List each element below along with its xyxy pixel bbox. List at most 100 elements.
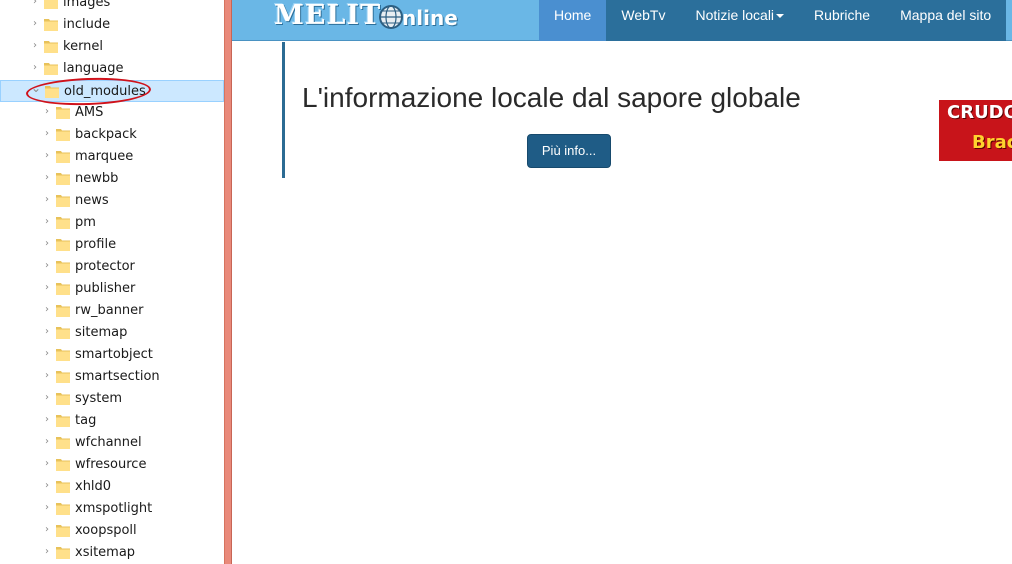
chevron-right-icon[interactable]: › (42, 479, 52, 493)
tree-item-profile[interactable]: › profile (0, 234, 224, 256)
chevron-right-icon[interactable]: › (42, 435, 52, 449)
chevron-right-icon[interactable]: › (42, 149, 52, 163)
tree-item-label: system (75, 391, 122, 406)
chevron-right-icon[interactable]: › (42, 325, 52, 339)
tree-item-wfresource[interactable]: › wfresource (0, 454, 224, 476)
tree-item-sitemap[interactable]: › sitemap (0, 322, 224, 344)
chevron-right-icon[interactable]: › (42, 193, 52, 207)
tree-item-protector[interactable]: › protector (0, 256, 224, 278)
nav-label: Rubriche (814, 7, 871, 23)
chevron-down-icon[interactable]: ⌄ (31, 81, 41, 95)
tree-item-label: language (63, 61, 124, 76)
tree-item-xsitemap[interactable]: › xsitemap (0, 542, 224, 564)
tree-item-label: rw_banner (75, 303, 144, 318)
nav-rubriche[interactable]: Rubriche (799, 0, 886, 41)
folder-icon (56, 525, 70, 537)
tree-item-label: smartobject (75, 347, 153, 362)
tree-item-marquee[interactable]: › marquee (0, 146, 224, 168)
folder-icon (56, 481, 70, 493)
tree-item-kernel[interactable]: › kernel (0, 36, 224, 58)
chevron-right-icon[interactable]: › (42, 545, 52, 559)
banner-line-2: Brace (972, 132, 1012, 153)
chevron-right-icon[interactable]: › (42, 413, 52, 427)
tree-item-label: xsitemap (75, 545, 136, 560)
chevron-right-icon[interactable]: › (42, 171, 52, 185)
nav-mappa-del-sito[interactable]: Mappa del sito (885, 0, 1007, 41)
tree-item-label: kernel (63, 39, 104, 54)
nav-notizie-locali[interactable]: Notizie locali (680, 0, 800, 41)
tree-item-label: backpack (75, 127, 137, 142)
folder-icon (56, 173, 70, 185)
tree-item-label: wfresource (75, 457, 147, 472)
tree-item-tag[interactable]: › tag (0, 410, 224, 432)
globe-icon (379, 5, 403, 29)
chevron-right-icon[interactable]: › (42, 215, 52, 229)
pane-divider[interactable] (224, 0, 232, 564)
nav-label: Mappa del sito (900, 7, 992, 23)
tree-item-label: tag (75, 413, 97, 428)
chevron-right-icon[interactable]: › (30, 39, 40, 53)
folder-icon (56, 217, 70, 229)
tree-item-include[interactable]: › include (0, 14, 224, 36)
tree-item-label: old_modules (64, 84, 146, 99)
tree-item-language[interactable]: › language (0, 58, 224, 80)
chevron-right-icon[interactable]: › (30, 17, 40, 31)
tree-item-label: include (63, 17, 111, 32)
chevron-right-icon[interactable]: › (42, 347, 52, 361)
caret-down-icon (776, 14, 785, 18)
chevron-right-icon[interactable]: › (42, 391, 52, 405)
tree-item-smartsection[interactable]: › smartsection (0, 366, 224, 388)
tree-item-news[interactable]: › news (0, 190, 224, 212)
website-view: MELIT nline Home WebTv Notizie locali Rubri… (232, 0, 1012, 564)
tree-item-rw-banner[interactable]: › rw_banner (0, 300, 224, 322)
folder-icon (56, 283, 70, 295)
tree-item-newbb[interactable]: › newbb (0, 168, 224, 190)
folder-icon (56, 393, 70, 405)
chevron-right-icon[interactable]: › (42, 523, 52, 537)
tree-item-ams[interactable]: › AMS (0, 102, 224, 124)
folder-icon (56, 107, 70, 119)
tree-item-label: newbb (75, 171, 119, 186)
folder-icon (56, 327, 70, 339)
folder-icon (56, 129, 70, 141)
folder-icon (56, 371, 70, 383)
chevron-right-icon[interactable]: › (42, 281, 52, 295)
folder-icon (44, 0, 58, 9)
tree-item-label: protector (75, 259, 135, 274)
tree-item-old-modules[interactable]: ⌄ old_modules (0, 80, 224, 102)
main-nav: Home WebTv Notizie locali Rubriche Mappa del… (539, 0, 1007, 41)
tree-item-system[interactable]: › system (0, 388, 224, 410)
tree-item-backpack[interactable]: › backpack (0, 124, 224, 146)
nav-webtv[interactable]: WebTv (606, 0, 681, 41)
folder-icon (56, 459, 70, 471)
folder-icon (56, 437, 70, 449)
tree-item-xmspotlight[interactable]: › xmspotlight (0, 498, 224, 520)
nav-label: WebTv (621, 7, 666, 23)
tree-item-xhld0[interactable]: › xhld0 (0, 476, 224, 498)
ad-banner[interactable]: CRUDO, Brace (939, 100, 1012, 161)
tree-item-pm[interactable]: › pm (0, 212, 224, 234)
tree-item-publisher[interactable]: › publisher (0, 278, 224, 300)
tree-item-images[interactable]: › images (0, 0, 224, 14)
chevron-right-icon[interactable]: › (30, 0, 40, 9)
chevron-right-icon[interactable]: › (42, 501, 52, 515)
chevron-right-icon[interactable]: › (42, 259, 52, 273)
hero-title: L'informazione locale dal sapore globale (302, 82, 801, 113)
folder-icon (56, 415, 70, 427)
chevron-right-icon[interactable]: › (42, 105, 52, 119)
more-info-button[interactable]: Più info... (527, 134, 611, 168)
tree-item-label: wfchannel (75, 435, 142, 450)
chevron-right-icon[interactable]: › (42, 457, 52, 471)
chevron-right-icon[interactable]: › (42, 303, 52, 317)
chevron-right-icon[interactable]: › (42, 369, 52, 383)
tree-item-label: smartsection (75, 369, 160, 384)
tree-item-smartobject[interactable]: › smartobject (0, 344, 224, 366)
tree-item-xoopspoll[interactable]: › xoopspoll (0, 520, 224, 542)
chevron-right-icon[interactable]: › (30, 61, 40, 75)
tree-item-wfchannel[interactable]: › wfchannel (0, 432, 224, 454)
nav-home[interactable]: Home (539, 0, 607, 41)
chevron-right-icon[interactable]: › (42, 127, 52, 141)
chevron-right-icon[interactable]: › (42, 237, 52, 251)
tree-item-label: publisher (75, 281, 136, 296)
site-header: MELIT nline Home WebTv Notizie locali Rubri… (232, 0, 1012, 41)
